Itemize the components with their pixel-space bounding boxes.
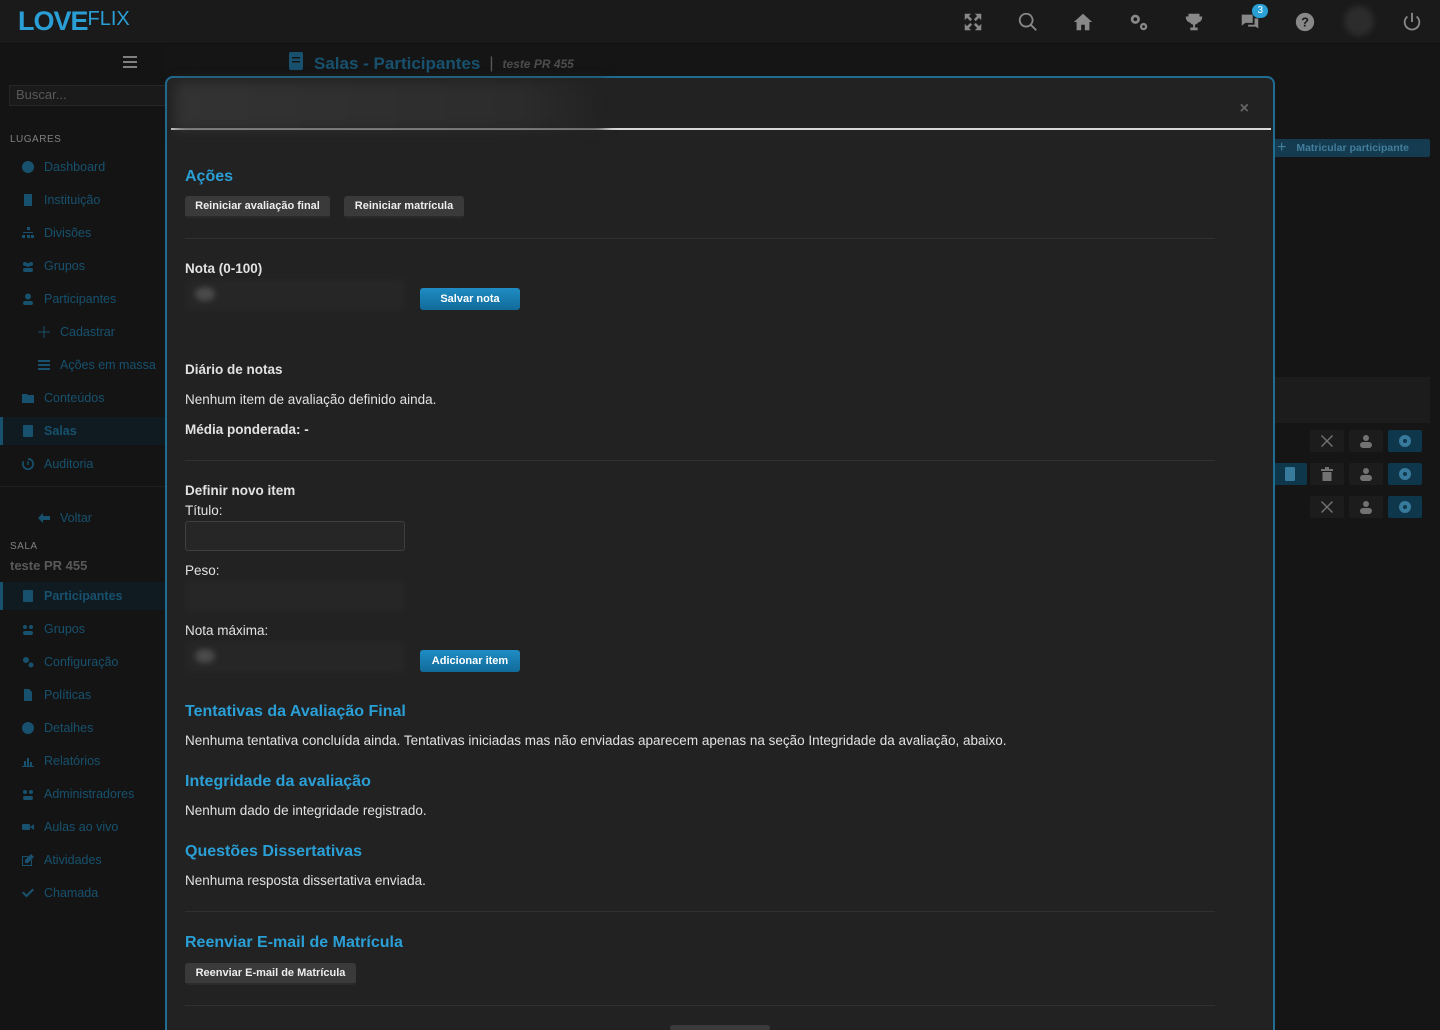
integrity-text: Nenhum dado de integridade registrado. xyxy=(185,803,427,818)
section-divider xyxy=(185,911,1215,912)
notification-badge: 3 xyxy=(1252,4,1268,18)
max-grade-field-label: Nota máxima: xyxy=(185,623,269,638)
final-attempts-title: Tentativas da Avaliação Final xyxy=(185,703,406,720)
actions-title: Ações xyxy=(185,168,234,185)
close-icon[interactable]: × xyxy=(1240,100,1249,118)
grade-diary-title: Diário de notas xyxy=(185,362,283,377)
weighted-average: Média ponderada: - xyxy=(185,422,309,437)
modal-header: × xyxy=(171,82,1271,130)
grade-label: Nota (0-100) xyxy=(185,261,263,276)
grade-input[interactable] xyxy=(185,279,405,311)
essay-questions-text: Nenhuma resposta dissertativa enviada. xyxy=(185,873,426,888)
essay-questions-title: Questões Dissertativas xyxy=(185,843,362,860)
reset-enrollment-button[interactable]: Reiniciar matrícula xyxy=(344,196,464,218)
scrollbar[interactable] xyxy=(670,1025,770,1030)
grade-diary-empty: Nenhum item de avaliação definido ainda. xyxy=(185,392,437,407)
title-input[interactable] xyxy=(185,521,405,551)
participant-modal: × Ações Reiniciar avaliação final Reinic… xyxy=(165,76,1275,1030)
section-divider xyxy=(185,238,1215,239)
top-bar: LOVEFLIX 3 ? xyxy=(0,0,1440,44)
trophy-icon[interactable] xyxy=(1180,8,1208,36)
resend-email-title: Reenviar E-mail de Matrícula xyxy=(185,934,403,951)
power-icon[interactable] xyxy=(1398,8,1426,36)
integrity-title: Integridade da avaliação xyxy=(185,773,371,790)
weight-field-label: Peso: xyxy=(185,563,220,578)
save-grade-button[interactable]: Salvar nota xyxy=(420,288,520,310)
section-divider xyxy=(185,1005,1215,1006)
resend-email-button[interactable]: Reenviar E-mail de Matrícula xyxy=(185,963,356,985)
chat-icon[interactable]: 3 xyxy=(1236,4,1268,36)
svg-text:?: ? xyxy=(1301,15,1309,30)
section-divider xyxy=(185,460,1215,461)
fullscreen-icon[interactable] xyxy=(959,8,987,36)
title-field-label: Título: xyxy=(185,503,223,518)
avatar[interactable] xyxy=(1344,6,1374,36)
logo[interactable]: LOVEFLIX xyxy=(18,6,130,37)
final-attempts-text: Nenhuma tentativa concluída ainda. Tenta… xyxy=(185,733,1007,748)
weight-input[interactable] xyxy=(185,580,405,612)
new-item-title: Definir novo item xyxy=(185,483,296,498)
reset-final-evaluation-button[interactable]: Reiniciar avaliação final xyxy=(185,196,330,218)
gears-icon[interactable] xyxy=(1125,8,1153,36)
max-grade-input[interactable] xyxy=(185,641,405,673)
home-icon[interactable] xyxy=(1069,8,1097,36)
help-icon[interactable]: ? xyxy=(1291,8,1319,36)
add-item-button[interactable]: Adicionar item xyxy=(420,650,520,672)
search-icon[interactable] xyxy=(1014,8,1042,36)
modal-title-redacted xyxy=(175,82,605,130)
